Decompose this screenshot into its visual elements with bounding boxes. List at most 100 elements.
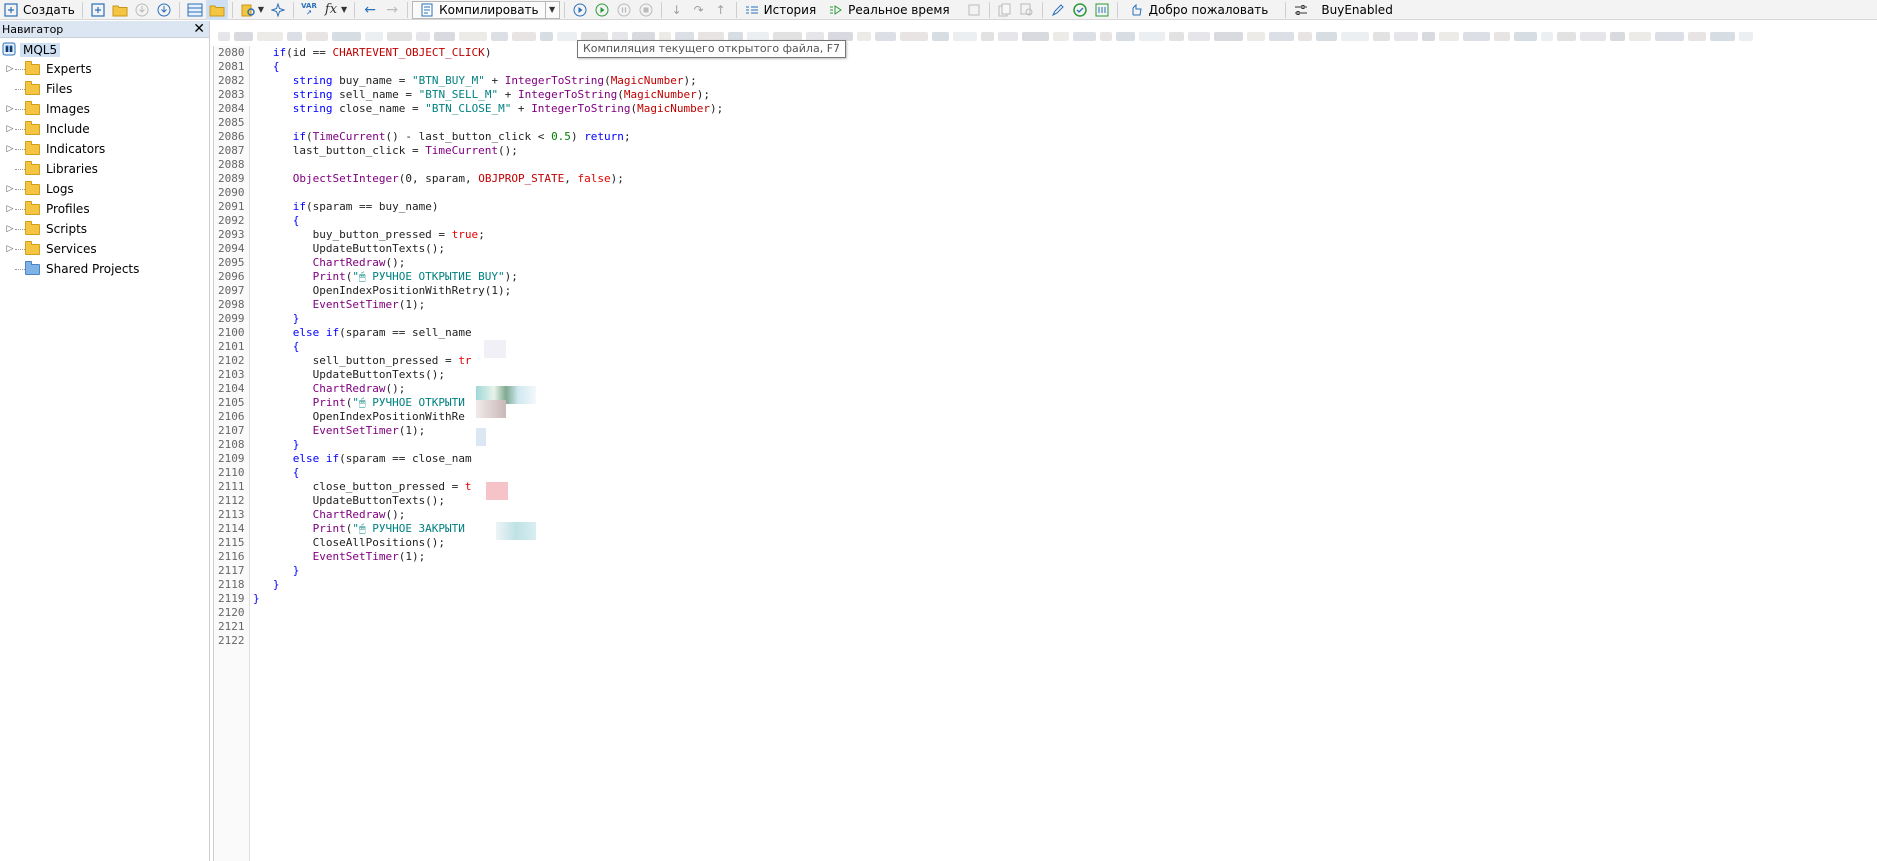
- code-editor[interactable]: 2080 2081 2082 2083 2084 2085 2086 2087 2088 2089…: [214, 46, 1877, 861]
- back-button[interactable]: ←: [359, 0, 381, 20]
- step-over-button[interactable]: ↷: [688, 0, 710, 20]
- code-line[interactable]: [251, 158, 1877, 172]
- code-line[interactable]: }: [251, 592, 1877, 606]
- code-line[interactable]: [251, 116, 1877, 130]
- code-token: Print: [312, 522, 346, 535]
- navigator-root-mql5[interactable]: MQL5: [0, 41, 209, 59]
- code-line[interactable]: buy_button_pressed = true;: [251, 228, 1877, 242]
- compile-button[interactable]: Компилировать: [412, 0, 546, 19]
- code-line[interactable]: [251, 634, 1877, 648]
- ai-assistant-button[interactable]: [267, 0, 289, 20]
- navigator-item-services[interactable]: ▷ Services: [0, 239, 209, 259]
- code-line[interactable]: {: [251, 214, 1877, 228]
- save-button[interactable]: [153, 0, 175, 20]
- compile-dropdown-button[interactable]: ▼: [545, 0, 560, 19]
- chevron-right-icon[interactable]: ▷: [5, 204, 15, 214]
- code-line[interactable]: UpdateButtonTexts();: [251, 368, 1877, 382]
- step-out-button[interactable]: ↑: [710, 0, 732, 20]
- navigator-item-images[interactable]: ▷ Images: [0, 99, 209, 119]
- code-line[interactable]: Print("🖱 РУЧНОЕ ОТКРЫТИЕ BUY");: [251, 270, 1877, 284]
- navigator-item-experts[interactable]: ▷ Experts: [0, 59, 209, 79]
- code-line[interactable]: ChartRedraw();: [251, 508, 1877, 522]
- code-line[interactable]: string close_name = "BTN_CLOSE_M" + Inte…: [251, 102, 1877, 116]
- search-options-button[interactable]: [1290, 0, 1312, 20]
- create-button[interactable]: Создать: [0, 0, 78, 20]
- chevron-right-icon[interactable]: ▷: [5, 104, 15, 114]
- chevron-right-icon[interactable]: ▷: [5, 224, 15, 234]
- navigator-item-shared-projects[interactable]: Shared Projects: [0, 259, 209, 279]
- code-line[interactable]: EventSetTimer(1);: [251, 298, 1877, 312]
- code-line[interactable]: }: [251, 438, 1877, 452]
- debug-button[interactable]: [569, 0, 591, 20]
- toggle-panel-button[interactable]: [184, 0, 206, 20]
- step-into-button[interactable]: ↓: [666, 0, 688, 20]
- preview-button[interactable]: [1016, 0, 1038, 20]
- sync-button[interactable]: [1069, 0, 1091, 20]
- market-button[interactable]: [1091, 0, 1113, 20]
- code-line[interactable]: EventSetTimer(1);: [251, 550, 1877, 564]
- pen-tool-button[interactable]: [1047, 0, 1069, 20]
- navigator-item-files[interactable]: Files: [0, 79, 209, 99]
- run-button[interactable]: [591, 0, 613, 20]
- code-line[interactable]: OpenIndexPositionWithRetry(1);: [251, 284, 1877, 298]
- search-input[interactable]: BuyEnabled: [1318, 0, 1395, 20]
- chevron-right-icon[interactable]: ▷: [5, 144, 15, 154]
- navigator-item-include[interactable]: ▷ Include: [0, 119, 209, 139]
- navigator-item-indicators[interactable]: ▷ Indicators: [0, 139, 209, 159]
- open-folder-button[interactable]: [109, 0, 131, 20]
- code-line[interactable]: CloseAllPositions();: [251, 536, 1877, 550]
- code-line[interactable]: last_button_click = TimeCurrent();: [251, 144, 1877, 158]
- pause-button[interactable]: [613, 0, 635, 20]
- code-token: ;: [623, 130, 631, 143]
- code-line[interactable]: [251, 186, 1877, 200]
- forward-button[interactable]: →: [381, 0, 403, 20]
- code-line[interactable]: [251, 606, 1877, 620]
- code-line[interactable]: if(sparam == buy_name): [251, 200, 1877, 214]
- code-token: Print: [312, 270, 346, 283]
- code-line[interactable]: if(id == CHARTEVENT_OBJECT_CLICK): [251, 46, 1877, 60]
- code-line[interactable]: {: [251, 466, 1877, 480]
- code-line[interactable]: }: [251, 312, 1877, 326]
- compile-tooltip: Компиляция текущего открытого файла, F7: [577, 40, 847, 58]
- copy-button[interactable]: [994, 0, 1016, 20]
- insert-variable-button[interactable]: VAR ↗: [298, 0, 320, 20]
- code-line[interactable]: if(TimeCurrent() - last_button_click < 0…: [251, 130, 1877, 144]
- clipboard-button[interactable]: ▼: [237, 0, 267, 20]
- navigator-item-scripts[interactable]: ▷ Scripts: [0, 219, 209, 239]
- download-button[interactable]: [131, 0, 153, 20]
- code-line[interactable]: UpdateButtonTexts();: [251, 242, 1877, 256]
- chevron-right-icon[interactable]: ▷: [5, 184, 15, 194]
- code-line[interactable]: [251, 620, 1877, 634]
- chevron-right-icon[interactable]: ▷: [5, 124, 15, 134]
- code-line[interactable]: string sell_name = "BTN_SELL_M" + Intege…: [251, 88, 1877, 102]
- code-line[interactable]: string buy_name = "BTN_BUY_M" + IntegerT…: [251, 74, 1877, 88]
- navigator-item-logs[interactable]: ▷ Logs: [0, 179, 209, 199]
- navigator-toggle-button[interactable]: [205, 0, 228, 20]
- search-input-value: BuyEnabled: [1321, 2, 1393, 17]
- code-token: MagicNumber: [637, 102, 711, 115]
- code-line[interactable]: else if(sparam == close_nam: [251, 452, 1877, 466]
- close-icon[interactable]: ✕: [193, 22, 205, 36]
- chevron-right-icon[interactable]: ▷: [5, 244, 15, 254]
- insert-function-button[interactable]: fx ▼: [320, 0, 350, 20]
- stop-button[interactable]: [635, 0, 657, 20]
- realtime-checkbox[interactable]: [963, 0, 985, 20]
- navigator-item-profiles[interactable]: ▷ Profiles: [0, 199, 209, 219]
- code-line[interactable]: else if(sparam == sell_name: [251, 326, 1877, 340]
- chevron-right-icon[interactable]: ▷: [5, 64, 15, 74]
- new-file-button[interactable]: [87, 0, 109, 20]
- code-line[interactable]: ChartRedraw();: [251, 256, 1877, 270]
- history-button[interactable]: История: [741, 0, 820, 20]
- code-token: {: [253, 60, 280, 73]
- navigator-item-libraries[interactable]: Libraries: [0, 159, 209, 179]
- realtime-button[interactable]: Реальное время: [825, 0, 952, 20]
- code-line[interactable]: Print("🖱 РУЧНОЕ ЗАКРЫТИ: [251, 522, 1877, 536]
- code-line[interactable]: }: [251, 564, 1877, 578]
- code-line[interactable]: {: [251, 60, 1877, 74]
- code-line[interactable]: }: [251, 578, 1877, 592]
- welcome-button[interactable]: Добро пожаловать: [1126, 0, 1272, 20]
- code-line[interactable]: ObjectSetInteger(0, sparam, OBJPROP_STAT…: [251, 172, 1877, 186]
- code-line[interactable]: EventSetTimer(1);: [251, 424, 1877, 438]
